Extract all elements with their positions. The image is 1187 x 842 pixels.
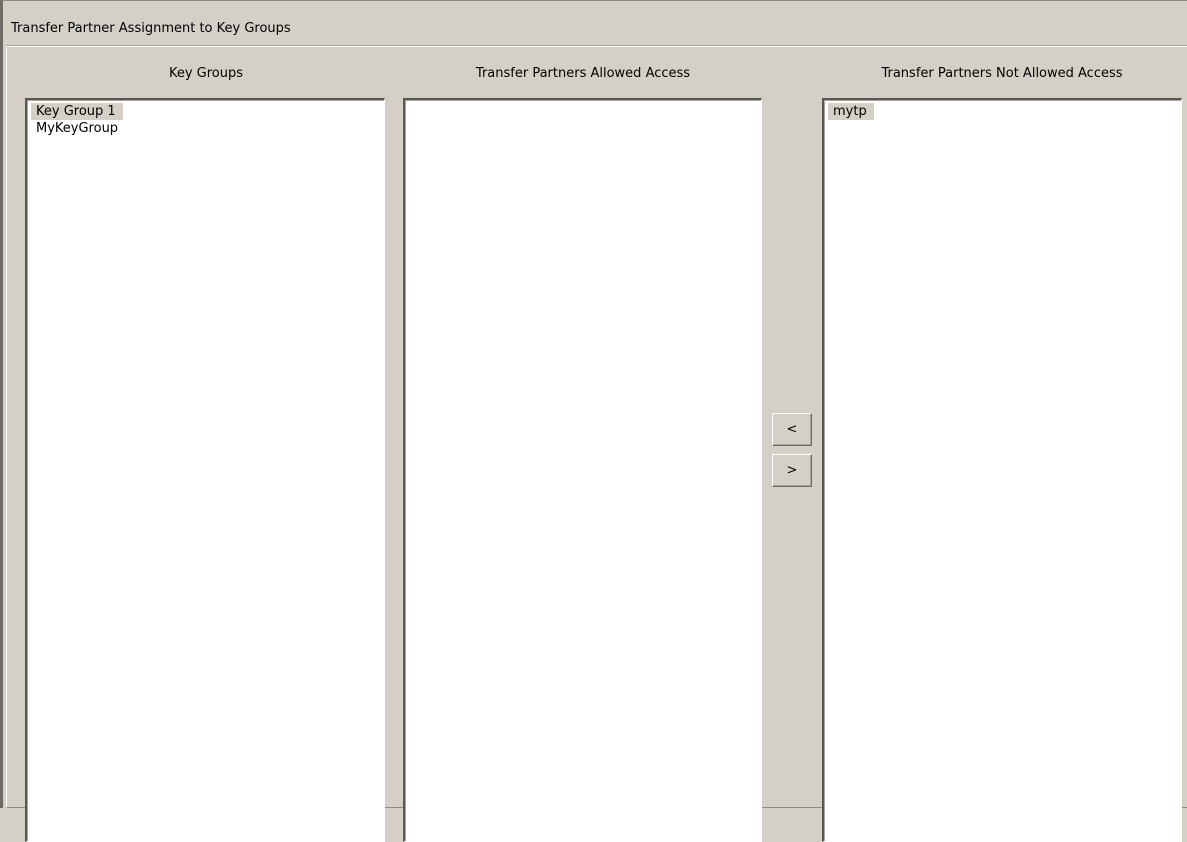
key-groups-header: Key Groups: [168, 66, 244, 81]
not-allowed-access-list[interactable]: mytp: [822, 98, 1182, 842]
move-right-button[interactable]: >: [772, 454, 812, 487]
list-item[interactable]: mytp: [828, 103, 874, 120]
move-left-button[interactable]: <: [772, 413, 812, 446]
title-bar: Transfer Partner Assignment to Key Group…: [6, 2, 1187, 46]
not-allowed-access-header: Transfer Partners Not Allowed Access: [881, 66, 1123, 81]
list-item[interactable]: Key Group 1: [31, 103, 123, 120]
content-panel: Key Groups Transfer Partners Allowed Acc…: [6, 48, 1187, 842]
list-item[interactable]: MyKeyGroup: [31, 120, 125, 137]
key-groups-list[interactable]: Key Group 1 MyKeyGroup: [25, 98, 385, 842]
allowed-access-header: Transfer Partners Allowed Access: [475, 66, 691, 81]
assignment-window: Transfer Partner Assignment to Key Group…: [0, 0, 1187, 842]
window-title: Transfer Partner Assignment to Key Group…: [11, 21, 291, 36]
allowed-access-list[interactable]: [403, 98, 762, 842]
